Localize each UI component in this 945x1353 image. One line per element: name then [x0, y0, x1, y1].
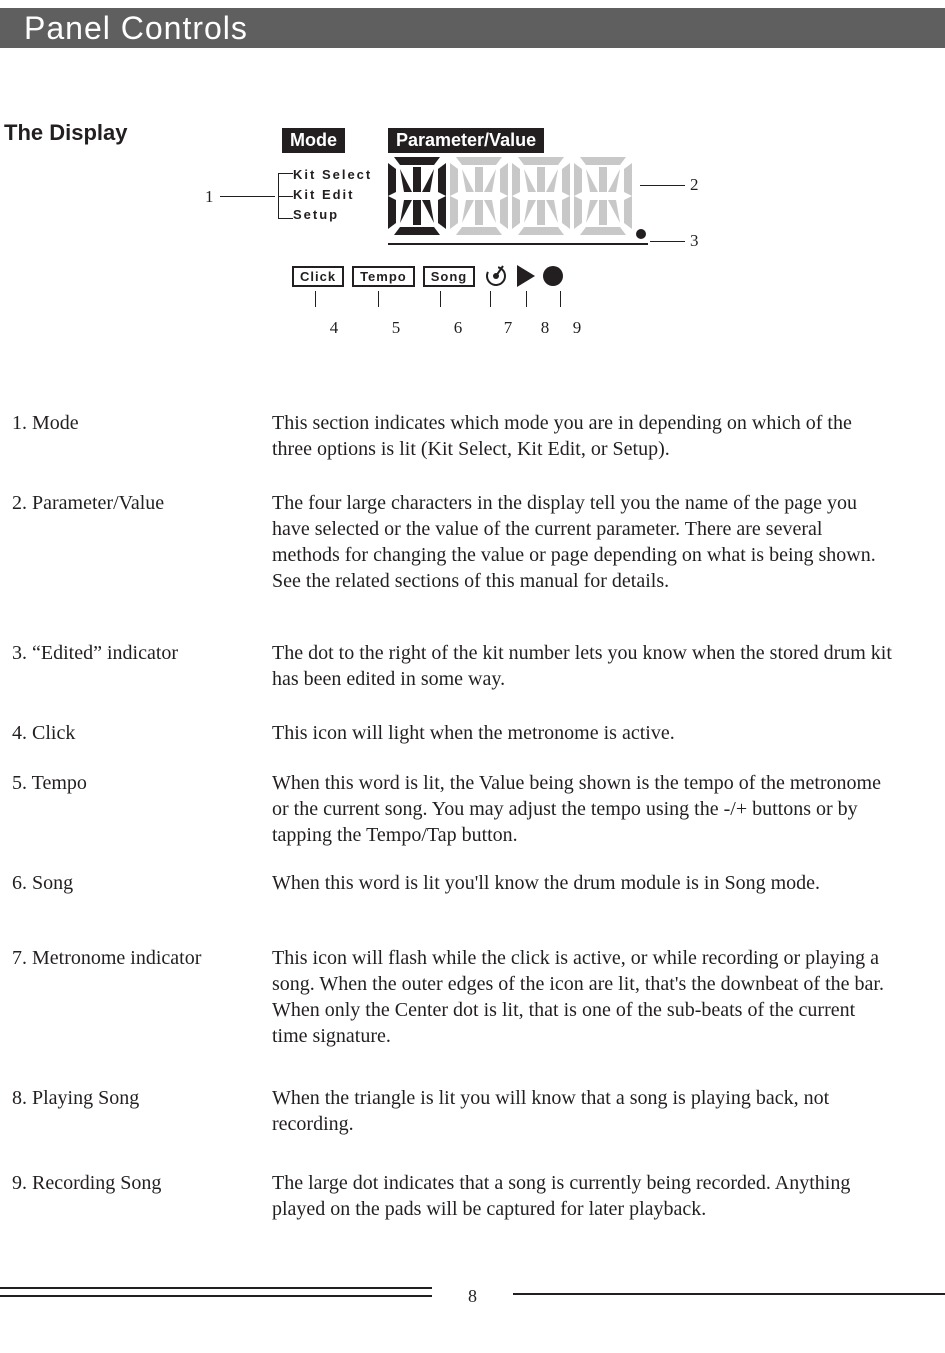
- num-9: 9: [562, 318, 592, 338]
- display-diagram: Mode Parameter/Value Kit Select Kit Edit…: [260, 123, 670, 353]
- tick-6: [440, 291, 441, 307]
- item-9-body: The large dot indicates that a song is c…: [272, 1170, 892, 1222]
- section-title: The Display: [4, 120, 127, 146]
- box-song: Song: [423, 266, 476, 287]
- num-7: 7: [488, 318, 528, 338]
- num-8: 8: [528, 318, 562, 338]
- record-icon: [543, 266, 563, 286]
- item-2-body: The four large characters in the display…: [272, 490, 892, 594]
- segment-char-1: [388, 157, 446, 235]
- callout-1: 1: [205, 187, 214, 207]
- play-icon: [517, 265, 535, 287]
- mode-labels: Kit Select Kit Edit Setup: [293, 165, 372, 225]
- page-number: 8: [0, 1286, 945, 1307]
- tick-5: [378, 291, 379, 307]
- item-1: 1. Mode This section indicates which mod…: [12, 410, 912, 462]
- item-5: 5. Tempo When this word is lit, the Valu…: [12, 770, 912, 848]
- display-underline: [388, 243, 648, 245]
- num-4: 4: [304, 318, 364, 338]
- item-3-label: 3. “Edited” indicator: [12, 640, 267, 666]
- mode-bracket: [278, 173, 293, 219]
- item-7-label: 7. Metronome indicator: [12, 945, 267, 971]
- item-8: 8. Playing Song When the triangle is lit…: [12, 1085, 912, 1137]
- item-1-body: This section indicates which mode you ar…: [272, 410, 892, 462]
- item-4: 4. Click This icon will light when the m…: [12, 720, 912, 746]
- item-6: 6. Song When this word is lit you'll kno…: [12, 870, 912, 896]
- diagram-bottom-numbers: 4 5 6 7 8 9: [304, 318, 592, 338]
- callout-2-line: [640, 185, 685, 186]
- item-5-label: 5. Tempo: [12, 770, 267, 796]
- page-header: Panel Controls: [0, 8, 945, 48]
- mode-label-kit-select: Kit Select: [293, 165, 372, 185]
- tick-4: [315, 291, 316, 307]
- tick-9: [560, 291, 561, 307]
- item-9-label: 9. Recording Song: [12, 1170, 267, 1196]
- mode-label-setup: Setup: [293, 205, 372, 225]
- item-8-label: 8. Playing Song: [12, 1085, 267, 1111]
- tick-7: [490, 291, 491, 307]
- badge-mode: Mode: [282, 128, 345, 153]
- item-4-label: 4. Click: [12, 720, 267, 746]
- diagram-bottom-row: Click Tempo Song: [292, 263, 563, 289]
- badge-parameter-value: Parameter/Value: [388, 128, 544, 153]
- segment-char-4: [574, 157, 632, 235]
- item-8-body: When the triangle is lit you will know t…: [272, 1085, 892, 1137]
- item-3: 3. “Edited” indicator The dot to the rig…: [12, 640, 912, 692]
- segment-display: [388, 157, 638, 237]
- segment-char-3: [512, 157, 570, 235]
- callout-1-line: [220, 196, 275, 197]
- callout-3-line: [650, 241, 685, 242]
- page-header-title: Panel Controls: [24, 10, 248, 47]
- edited-dot-icon: [636, 229, 646, 239]
- item-1-label: 1. Mode: [12, 410, 267, 436]
- num-6: 6: [428, 318, 488, 338]
- segment-char-2: [450, 157, 508, 235]
- item-3-body: The dot to the right of the kit number l…: [272, 640, 892, 692]
- item-5-body: When this word is lit, the Value being s…: [272, 770, 892, 848]
- num-5: 5: [364, 318, 428, 338]
- item-6-label: 6. Song: [12, 870, 267, 896]
- box-click: Click: [292, 266, 344, 287]
- item-7-body: This icon will flash while the click is …: [272, 945, 892, 1049]
- item-6-body: When this word is lit you'll know the dr…: [272, 870, 892, 896]
- metronome-icon: [483, 263, 509, 289]
- item-7: 7. Metronome indicator This icon will fl…: [12, 945, 912, 1049]
- item-2: 2. Parameter/Value The four large charac…: [12, 490, 912, 594]
- box-tempo: Tempo: [352, 266, 415, 287]
- callout-3: 3: [690, 231, 699, 251]
- item-9: 9. Recording Song The large dot indicate…: [12, 1170, 912, 1222]
- item-2-label: 2. Parameter/Value: [12, 490, 267, 516]
- item-4-body: This icon will light when the metronome …: [272, 720, 892, 746]
- mode-label-kit-edit: Kit Edit: [293, 185, 372, 205]
- tick-8: [526, 291, 527, 307]
- callout-2: 2: [690, 175, 699, 195]
